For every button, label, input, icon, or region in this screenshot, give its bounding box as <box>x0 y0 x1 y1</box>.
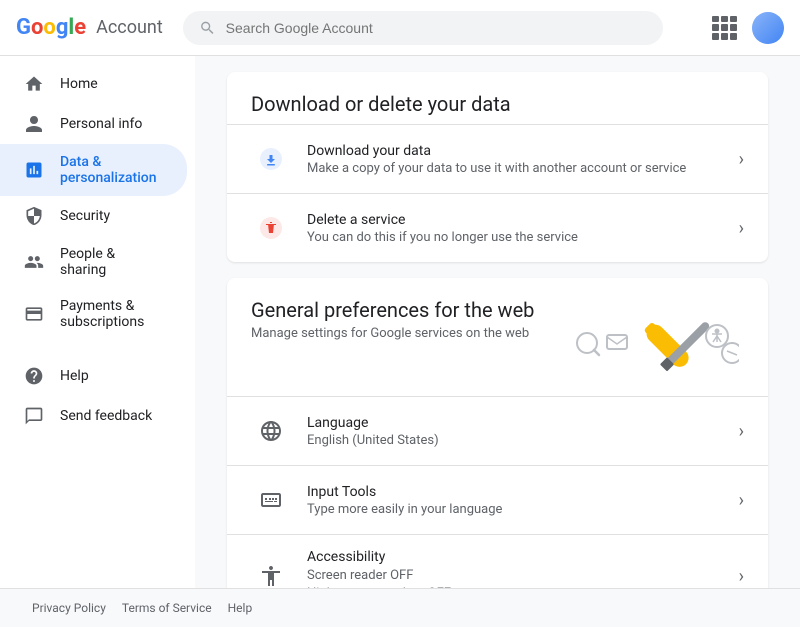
search-input[interactable] <box>226 20 647 36</box>
user-avatar[interactable] <box>752 12 784 44</box>
privacy-policy-link[interactable]: Privacy Policy <box>32 601 106 615</box>
payments-icon <box>24 304 44 324</box>
chevron-right-icon: › <box>739 218 744 239</box>
sidebar-item-security[interactable]: Security <box>0 196 187 236</box>
download-data-item[interactable]: Download your data Make a copy of your d… <box>227 124 768 193</box>
prefs-subtitle: Manage settings for Google services on t… <box>251 326 564 341</box>
logo: Google Account <box>16 15 163 40</box>
header: Google Account <box>0 0 800 56</box>
input-tools-desc: Type more easily in your language <box>307 502 731 517</box>
sidebar-item-send-feedback[interactable]: Send feedback <box>0 396 187 436</box>
sidebar: Home Personal info Data & personalizatio… <box>0 56 195 588</box>
terms-of-service-link[interactable]: Terms of Service <box>122 601 212 615</box>
footer: Privacy Policy Terms of Service Help <box>0 588 800 627</box>
download-data-title: Download your data <box>307 143 731 159</box>
delete-icon <box>251 208 291 248</box>
shield-icon <box>24 206 44 226</box>
sidebar-item-help[interactable]: Help <box>0 356 187 396</box>
layout: Home Personal info Data & personalizatio… <box>0 56 800 588</box>
chevron-right-icon: › <box>739 490 744 511</box>
help-icon <box>24 366 44 386</box>
delete-service-desc: You can do this if you no longer use the… <box>307 230 731 245</box>
accessibility-icon <box>251 556 291 588</box>
tools-svg <box>569 298 739 388</box>
account-label: Account <box>96 17 163 38</box>
chevron-right-icon: › <box>739 421 744 442</box>
download-icon <box>251 139 291 179</box>
header-actions <box>712 12 784 44</box>
chevron-right-icon: › <box>739 149 744 170</box>
prefs-header: General preferences for the web Manage s… <box>227 278 768 396</box>
search-icon <box>199 19 216 37</box>
feedback-icon <box>24 406 44 426</box>
download-delete-card: Download or delete your data Download yo… <box>227 72 768 262</box>
sidebar-item-home[interactable]: Home <box>0 64 187 104</box>
language-desc: English (United States) <box>307 433 731 448</box>
sidebar-item-people-sharing[interactable]: People & sharing <box>0 236 187 288</box>
accessibility-item[interactable]: Accessibility Screen reader OFF High-con… <box>227 534 768 588</box>
tools-illustration <box>564 298 744 388</box>
language-item[interactable]: Language English (United States) › <box>227 396 768 465</box>
data-icon <box>24 160 44 180</box>
language-icon <box>251 411 291 451</box>
search-bar[interactable] <box>183 11 663 45</box>
help-link[interactable]: Help <box>228 601 253 615</box>
home-icon <box>24 74 44 94</box>
accessibility-desc: Screen reader OFF High-contrast colors O… <box>307 567 731 588</box>
chevron-right-icon: › <box>739 566 744 587</box>
google-wordmark: Google <box>16 15 86 40</box>
people-icon <box>24 252 44 272</box>
main-content: Download or delete your data Download yo… <box>195 56 800 588</box>
sidebar-item-data-personalization[interactable]: Data & personalization <box>0 144 187 196</box>
general-prefs-card: General preferences for the web Manage s… <box>227 278 768 588</box>
apps-icon[interactable] <box>712 16 736 40</box>
input-tools-title: Input Tools <box>307 484 731 500</box>
prefs-title: General preferences for the web <box>251 298 564 322</box>
delete-service-title: Delete a service <box>307 212 731 228</box>
download-section-title: Download or delete your data <box>227 72 768 124</box>
person-icon <box>24 114 44 134</box>
sidebar-item-payments[interactable]: Payments & subscriptions <box>0 288 187 340</box>
download-data-desc: Make a copy of your data to use it with … <box>307 161 731 176</box>
sidebar-item-personal-info[interactable]: Personal info <box>0 104 187 144</box>
accessibility-title: Accessibility <box>307 549 731 565</box>
input-tools-icon <box>251 480 291 520</box>
language-title: Language <box>307 415 731 431</box>
delete-service-item[interactable]: Delete a service You can do this if you … <box>227 193 768 262</box>
input-tools-item[interactable]: Input Tools Type more easily in your lan… <box>227 465 768 534</box>
